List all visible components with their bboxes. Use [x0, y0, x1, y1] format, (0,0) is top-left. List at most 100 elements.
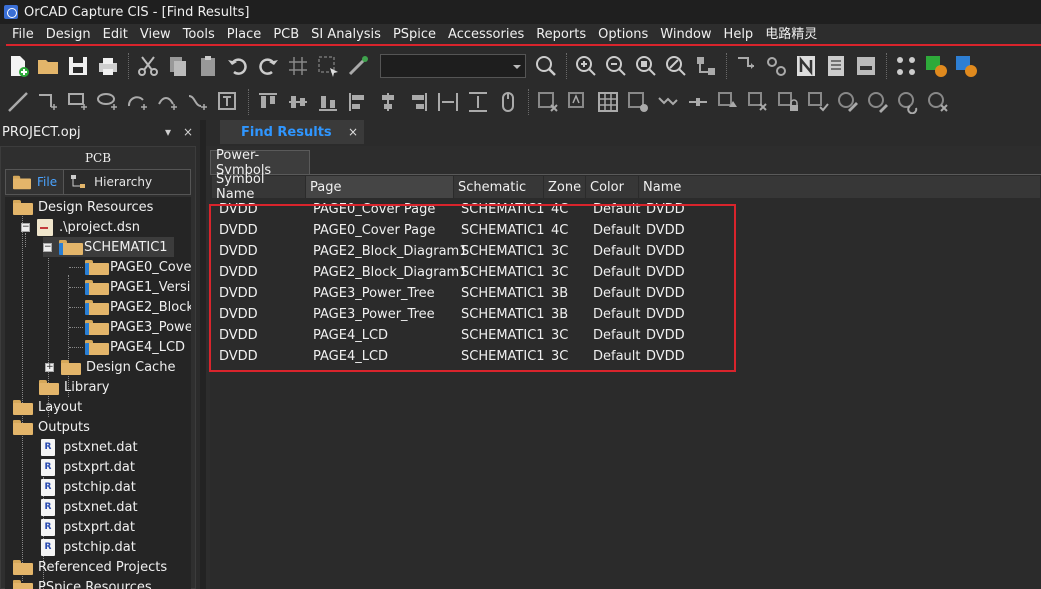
place-polyline-icon[interactable] [154, 88, 182, 116]
place-arc-icon[interactable] [124, 88, 152, 116]
collapse-icon[interactable]: − [43, 242, 52, 252]
column-header-schematic[interactable]: Schematic [454, 176, 544, 198]
refresh-icon[interactable] [894, 88, 922, 116]
column-header-name[interactable]: Name [639, 176, 1041, 198]
table-row[interactable]: DVDD PAGE4_LCD SCHEMATIC1 3C Default DVDD [210, 346, 1041, 367]
print-icon[interactable] [94, 52, 122, 80]
align-bottom-icon[interactable] [314, 88, 342, 116]
tree-item-design-cache[interactable]: + Design Cache [45, 357, 175, 377]
tree-item-outputs[interactable]: Outputs [13, 417, 90, 437]
table-row[interactable]: DVDD PAGE4_LCD SCHEMATIC1 3C Default DVDD [210, 325, 1041, 346]
menu-edit[interactable]: Edit [97, 24, 134, 46]
property-text-icon[interactable] [564, 88, 592, 116]
tree-item-output-file[interactable]: R pstxnet.dat [41, 497, 138, 517]
menu-accessories[interactable]: Accessories [442, 24, 530, 46]
tree-item-page2[interactable]: PAGE2_Block_Diagram1 [85, 297, 191, 317]
zoom-area-icon[interactable] [632, 52, 660, 80]
align-top-icon[interactable] [254, 88, 282, 116]
menu-pspice[interactable]: PSpice [387, 24, 442, 46]
tree-item-output-file[interactable]: R pstchip.dat [41, 477, 136, 497]
redo-icon[interactable] [254, 52, 282, 80]
panel-close-icon[interactable]: × [180, 124, 196, 140]
pcb-update-icon[interactable] [952, 52, 980, 80]
menu-pcb[interactable]: PCB [267, 24, 305, 46]
tab-power-symbols[interactable]: Power-Symbols [210, 148, 310, 178]
hierarchy-icon[interactable] [692, 52, 720, 80]
undo-icon[interactable] [224, 52, 252, 80]
group-icon[interactable] [714, 88, 742, 116]
tree-item-design-resources[interactable]: Design Resources [13, 197, 153, 217]
table-row[interactable]: DVDD PAGE2_Block_Diagram1 SCHEMATIC1 3C Defa… [210, 241, 1041, 262]
menu-tools[interactable]: Tools [177, 24, 221, 46]
tree-item-output-file[interactable]: R pstchip.dat [41, 537, 136, 557]
bom-icon[interactable] [822, 52, 850, 80]
cis-icon[interactable] [852, 52, 880, 80]
table-row[interactable]: DVDD PAGE3_Power_Tree SCHEMATIC1 3B Default D… [210, 283, 1041, 304]
new-file-icon[interactable] [4, 52, 32, 80]
tree-item-output-file[interactable]: R pstxnet.dat [41, 437, 138, 457]
delete-property-icon[interactable] [534, 88, 562, 116]
menu-si-analysis[interactable]: SI Analysis [305, 24, 387, 46]
tree-item-page4[interactable]: PAGE4_LCD [85, 337, 185, 357]
pcb-nodes-icon[interactable] [892, 52, 920, 80]
table-row[interactable]: DVDD PAGE2_Block_Diagram1 SCHEMATIC1 3C Defa… [210, 262, 1041, 283]
collapse-icon[interactable]: − [21, 222, 30, 232]
menu-design[interactable]: Design [40, 24, 97, 46]
tree-item-output-file[interactable]: R pstxprt.dat [41, 517, 135, 537]
menu-circuit-wizard[interactable]: 电路精灵 [759, 24, 823, 46]
annotate-icon[interactable] [732, 52, 760, 80]
tree-item-page3[interactable]: PAGE3_Power_Tree [85, 317, 191, 337]
place-rect-icon[interactable] [64, 88, 92, 116]
menu-window[interactable]: Window [654, 24, 717, 46]
tree-item-schematic1[interactable]: − SCHEMATIC1 [43, 237, 174, 257]
part-edit-icon[interactable] [624, 88, 652, 116]
pcb-sync-icon[interactable] [922, 52, 950, 80]
check-icon[interactable] [804, 88, 832, 116]
align-left-icon[interactable] [344, 88, 372, 116]
close-tab-icon[interactable]: × [348, 125, 364, 139]
property-table-icon[interactable] [594, 88, 622, 116]
zoom-all-icon[interactable] [662, 52, 690, 80]
cut-icon[interactable] [134, 52, 162, 80]
place-text-icon[interactable] [214, 88, 242, 116]
column-header-page[interactable]: Page [306, 176, 454, 198]
zoom-in-icon[interactable] [572, 52, 600, 80]
tree-item-referenced-projects[interactable]: Referenced Projects [13, 557, 167, 577]
tree-item-page0[interactable]: PAGE0_Cover Page [85, 257, 191, 277]
tree-item-layout[interactable]: Layout [13, 397, 82, 417]
remove-icon[interactable] [924, 88, 952, 116]
table-row[interactable]: DVDD PAGE3_Power_Tree SCHEMATIC1 3B Default D… [210, 304, 1041, 325]
column-header-color[interactable]: Color [586, 176, 639, 198]
table-row[interactable]: DVDD PAGE0_Cover Page SCHEMATIC1 4C Default D… [210, 220, 1041, 241]
copy-icon[interactable] [164, 52, 192, 80]
menu-help[interactable]: Help [718, 24, 760, 46]
align-right-icon[interactable] [404, 88, 432, 116]
tree-item-project-dsn[interactable]: − .\project.dsn [21, 217, 140, 237]
align-middle-icon[interactable] [284, 88, 312, 116]
netlist-icon[interactable] [792, 52, 820, 80]
ungroup-icon[interactable] [744, 88, 772, 116]
tab-file[interactable]: File [6, 170, 65, 194]
place-wire-icon[interactable] [4, 88, 32, 116]
tab-hierarchy[interactable]: Hierarchy [64, 170, 158, 194]
column-header-zone[interactable]: Zone [544, 176, 586, 198]
snap-to-grid-icon[interactable] [344, 52, 372, 80]
open-folder-icon[interactable] [34, 52, 62, 80]
net-alias-icon[interactable] [654, 88, 682, 116]
column-header-symbol-name[interactable]: Symbol Name [212, 172, 306, 202]
place-bezier-icon[interactable] [184, 88, 212, 116]
menu-view[interactable]: View [134, 24, 177, 46]
menu-options[interactable]: Options [592, 24, 654, 46]
panel-menu-icon[interactable]: ▾ [160, 124, 176, 140]
place-ellipse-icon[interactable] [94, 88, 122, 116]
tree-item-page1[interactable]: PAGE1_Version [85, 277, 191, 297]
distribute-horizontal-icon[interactable] [434, 88, 462, 116]
connect-icon[interactable] [684, 88, 712, 116]
edit-pencil-icon[interactable] [834, 88, 862, 116]
tree-item-library[interactable]: Library [39, 377, 109, 397]
menu-file[interactable]: File [6, 24, 40, 46]
tree-item-pspice-resources[interactable]: PSpice Resources [13, 577, 152, 589]
menu-reports[interactable]: Reports [530, 24, 592, 46]
save-icon[interactable] [64, 52, 92, 80]
distribute-vertical-icon[interactable] [464, 88, 492, 116]
